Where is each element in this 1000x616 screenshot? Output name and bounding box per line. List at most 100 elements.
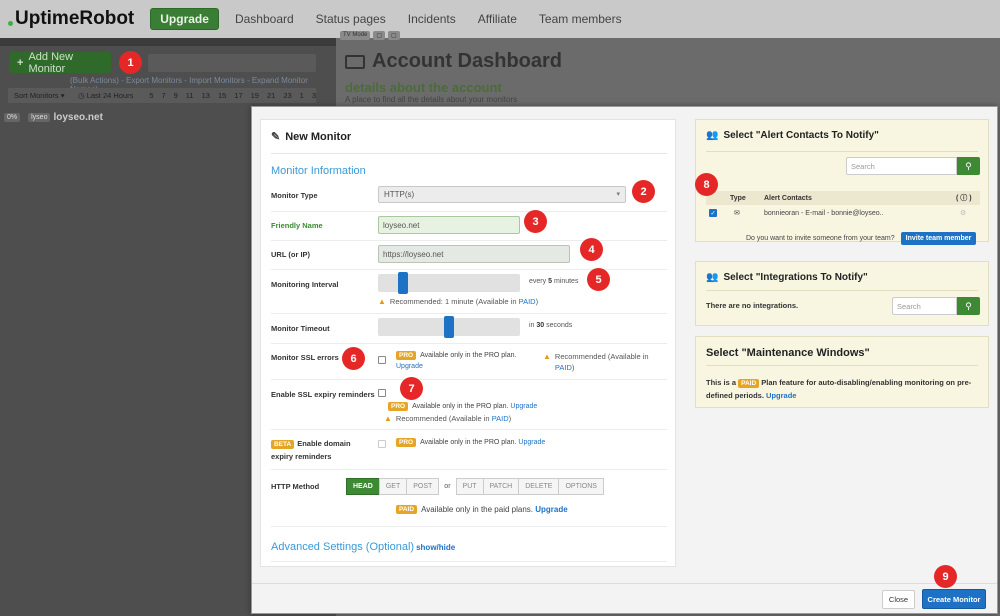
monitor-type-select[interactable]: HTTP(s) ▾ (378, 186, 626, 203)
monitor-type-value: HTTP(s) (384, 190, 415, 199)
upgrade-button[interactable]: Upgrade (150, 8, 219, 30)
pro-text: Available only in the PRO plan. (412, 403, 509, 410)
interval-slider[interactable] (378, 272, 520, 294)
upgrade-link[interactable]: Upgrade (396, 363, 423, 370)
settings-icon[interactable]: ⚙ (960, 209, 980, 217)
maintenance-panel: Select "Maintenance Windows" This is a P… (695, 336, 989, 408)
callout-badge: 3 (524, 210, 547, 233)
contact-checkbox[interactable]: ✓ (709, 209, 717, 217)
nav-status-pages[interactable]: Status pages (316, 12, 386, 26)
alert-contacts-title: 👥 Select "Alert Contacts To Notify" (706, 130, 879, 141)
ssl-expiry-checkbox[interactable] (378, 389, 386, 397)
warning-icon: ▲ (384, 414, 392, 423)
slider-handle[interactable] (444, 316, 454, 338)
friendly-name-input[interactable]: loyseo.net (378, 216, 520, 234)
divider (706, 151, 978, 152)
invite-team-member-button[interactable]: Invite team member (900, 232, 977, 245)
nav-team-members[interactable]: Team members (539, 12, 622, 26)
integrations-panel: 👥 Select "Integrations To Notify" There … (695, 261, 989, 326)
divider (271, 469, 667, 470)
monitor-list-item[interactable]: 0% lyseo loyseo.net (4, 112, 103, 123)
method-put-button[interactable]: PUT (455, 478, 484, 495)
warning-icon: ▲ (543, 352, 551, 361)
hour-tick: 17 (234, 91, 243, 100)
uptime-percent: 0% (4, 113, 21, 122)
ssl-expiry-label: Enable SSL expiry reminders (271, 390, 375, 399)
paid-link[interactable]: PAID (519, 297, 536, 306)
or-separator: or (444, 483, 451, 490)
ssl-expiry-pro-note: PRO Available only in the PRO plan. Upgr… (388, 402, 537, 411)
method-get-button[interactable]: GET (378, 478, 408, 495)
recommend-text: Recommended (Available in (395, 414, 490, 423)
show-hide-link[interactable]: show/hide (416, 543, 455, 552)
paid-link[interactable]: PAID (555, 363, 572, 372)
email-icon: ✉ (734, 210, 740, 217)
hour-tick: 19 (250, 91, 259, 100)
divider (271, 211, 667, 212)
hour-tick: 3 (311, 91, 316, 100)
upgrade-link[interactable]: Upgrade (510, 403, 537, 410)
hours-axis: 5 7 9 11 13 15 17 19 21 23 1 3 (149, 91, 316, 100)
method-post-button[interactable]: POST (406, 478, 440, 495)
nav-dashboard[interactable]: Dashboard (235, 12, 294, 26)
view-toggle-button[interactable]: ▢ (373, 31, 386, 40)
table-row[interactable]: ✓ ✉ bonnieoran - E-mail - bonnie@loyseo.… (706, 205, 980, 221)
create-monitor-button[interactable]: Create Monitor (922, 589, 986, 609)
monitor-form: ✎ New Monitor Monitor Information Monito… (260, 119, 676, 567)
add-monitor-button[interactable]: + Add New Monitor (9, 51, 111, 75)
contact-name: bonnieoran - E-mail - bonnie@loyseo.. (764, 209, 884, 217)
logo[interactable]: UptimeRobot (8, 8, 134, 30)
row-check-cell: ✓ (706, 209, 730, 217)
hour-tick: 9 (173, 91, 178, 100)
logo-text: UptimeRobot (15, 8, 135, 29)
upgrade-link[interactable]: Upgrade (766, 391, 796, 400)
upgrade-link[interactable]: Upgrade (518, 439, 545, 446)
method-head-button[interactable]: HEAD (346, 478, 380, 495)
callout-badge: 7 (400, 377, 423, 400)
close-paren: ) (508, 414, 512, 423)
divider (706, 290, 978, 291)
col-contacts: Alert Contacts (764, 194, 812, 202)
nav-incidents[interactable]: Incidents (408, 12, 456, 26)
ssl-errors-checkbox[interactable] (378, 356, 386, 364)
timeout-slider[interactable] (378, 316, 520, 338)
divider (271, 240, 667, 241)
slider-handle[interactable] (398, 272, 408, 294)
divider (271, 343, 667, 344)
monitor-name: loyseo.net (53, 112, 103, 123)
upgrade-link[interactable]: Upgrade (535, 505, 567, 514)
table-header: Type Alert Contacts ( ⓘ ) (706, 191, 980, 205)
sort-bar: Sort Monitors ▾ ◷ Last 24 Hours 5 7 9 11… (8, 88, 316, 103)
pro-text: Available only in the PRO plan. (420, 352, 517, 359)
sort-monitors-dropdown[interactable]: Sort Monitors ▾ (8, 91, 78, 100)
ssl-errors-recommendation: ▲ Recommended (Available in PAID) (543, 351, 663, 373)
search-button[interactable]: ⚲ (957, 297, 980, 315)
url-input[interactable]: https://loyseo.net (378, 245, 570, 263)
integrations-title: 👥 Select "Integrations To Notify" (706, 272, 868, 283)
nav-affiliate[interactable]: Affiliate (478, 12, 517, 26)
page-title-text: Account Dashboard (372, 50, 563, 72)
top-navbar: UptimeRobot Upgrade Dashboard Status pag… (0, 0, 1000, 38)
warning-icon: ▲ (378, 297, 386, 306)
tv-mode-bar: TV Mode ▢ ▢ (340, 31, 400, 40)
view-toggle-button[interactable]: ▢ (388, 31, 400, 40)
modal-footer: Close Create Monitor (252, 583, 997, 613)
close-button[interactable]: Close (882, 590, 915, 609)
method-delete-button[interactable]: DELETE (518, 478, 560, 495)
search-button[interactable]: ⚲ (957, 157, 980, 175)
hour-tick: 23 (283, 91, 292, 100)
divider (271, 429, 667, 430)
close-paren: ) (535, 297, 539, 306)
method-options-button[interactable]: OPTIONS (558, 478, 604, 495)
method-patch-button[interactable]: PATCH (482, 478, 520, 495)
sidebar-search-input[interactable] (148, 54, 316, 72)
domain-expiry-checkbox[interactable] (378, 440, 386, 448)
page-description: A place to find all the details about yo… (345, 95, 518, 104)
alert-contacts-search-input[interactable]: Search (846, 157, 957, 175)
integrations-search-input[interactable]: Search (892, 297, 957, 315)
paid-link[interactable]: PAID (492, 414, 509, 423)
tv-mode-button[interactable]: TV Mode (340, 31, 371, 40)
section-title: Monitor Information (271, 165, 366, 177)
callout-badge: 4 (580, 238, 603, 261)
ssl-errors-pro-note: PRO Available only in the PRO plan. (396, 351, 516, 360)
